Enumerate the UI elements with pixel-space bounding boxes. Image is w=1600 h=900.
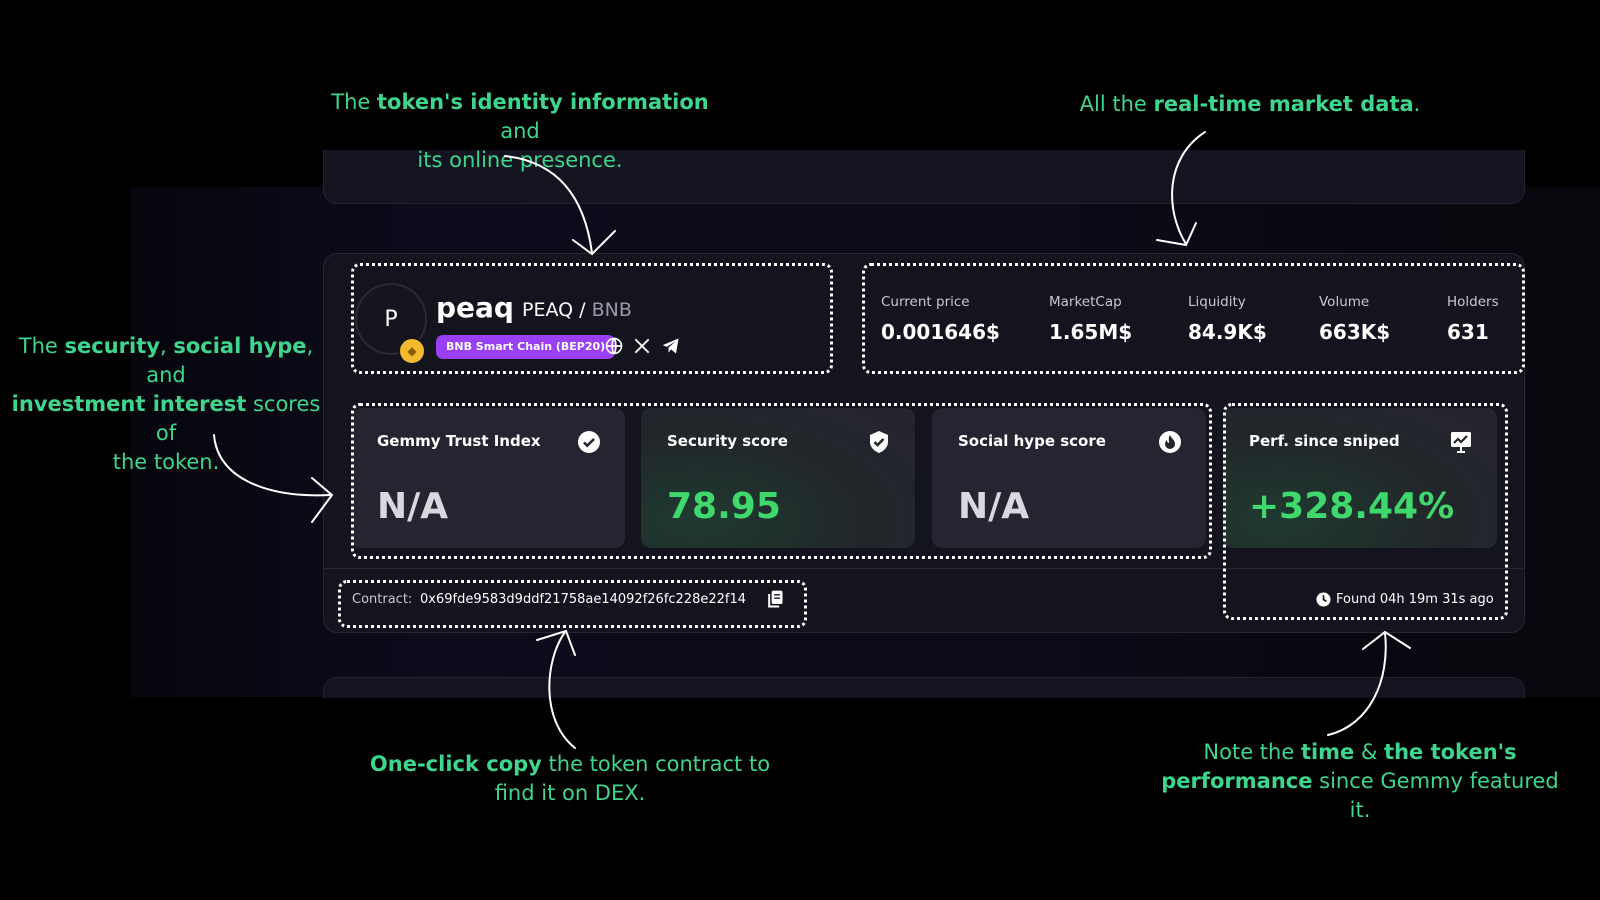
- annotation-performance: Note the time & the token's performance …: [1161, 740, 1559, 822]
- annotation-copy: One-click copy the token contract to fin…: [369, 752, 771, 805]
- next-token-card: [323, 677, 1525, 698]
- market-highlight: [862, 263, 1525, 374]
- performance-highlight: [1223, 403, 1508, 620]
- identity-highlight: [351, 263, 833, 374]
- annotation-identity: The token's identity information and its…: [331, 90, 709, 172]
- scores-highlight: [351, 403, 1212, 559]
- contract-highlight: [338, 580, 807, 628]
- annotation-scores: The security, social hype, and investmen…: [11, 334, 321, 474]
- annotation-market: All the real-time market data.: [1079, 92, 1421, 116]
